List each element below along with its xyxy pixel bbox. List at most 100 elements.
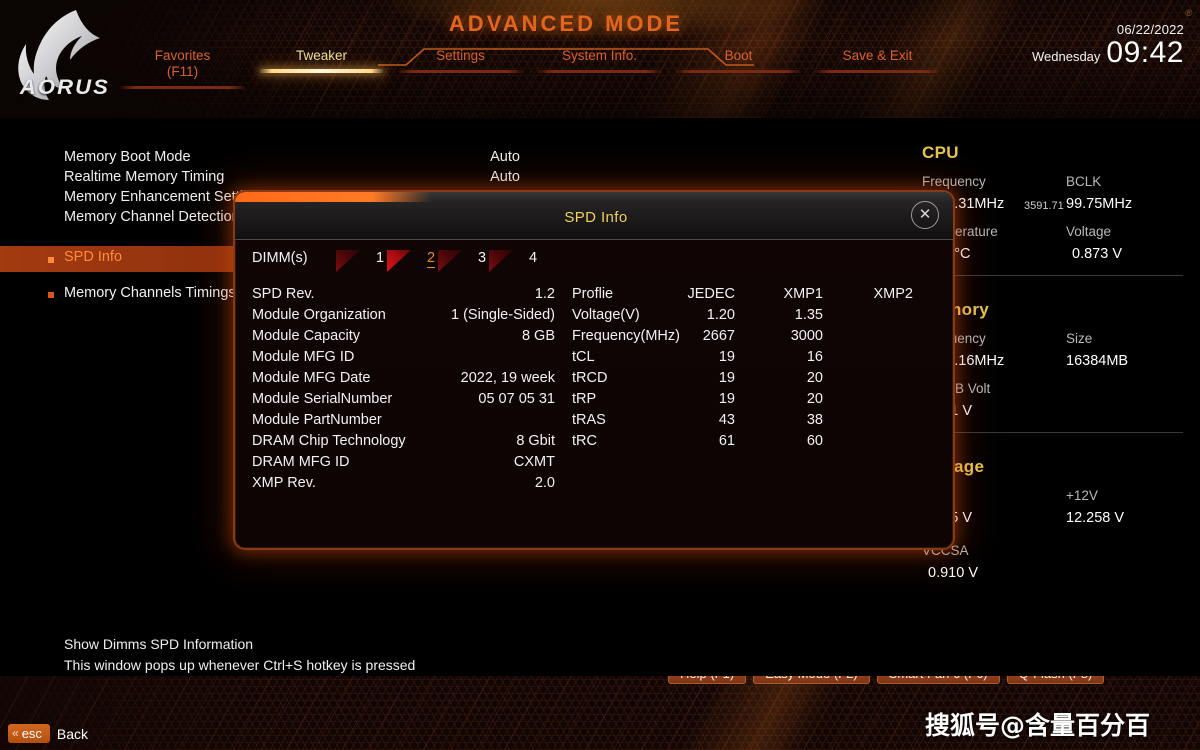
trc-row-xmp1: 60: [806, 433, 823, 449]
trc-row-jedec: 61: [718, 433, 735, 449]
aorus-logo: AORUS: [8, 4, 128, 108]
dimm-number-3[interactable]: 3: [478, 250, 486, 266]
voltage-vccsa-value: 0.910 V: [928, 565, 978, 581]
nav-item-favorites[interactable]: Favorites (F11): [120, 48, 245, 89]
cpu-frequency-sub-value: 3591.71: [1024, 200, 1064, 212]
dram-chip-technology-value: 8 Gbit: [516, 433, 555, 449]
help-text: Show Dimms SPD Information This window p…: [64, 634, 415, 676]
tcl-row-jedec: 19: [718, 349, 735, 365]
voltage-12v-label: +12V: [1066, 488, 1098, 503]
dimm-selector-label: DIMM(s): [252, 250, 308, 266]
close-icon[interactable]: ✕: [911, 201, 939, 229]
watermark-text: 搜狐号@含量百分百: [925, 711, 1151, 740]
xmp-rev-label: XMP Rev.: [252, 475, 316, 491]
nav-label-1: Favorites: [154, 48, 211, 63]
module-mfg-id-label: Module MFG ID: [252, 349, 355, 365]
nav-item-boot[interactable]: Boot: [676, 48, 801, 73]
profile-header-jedec: JEDEC: [687, 286, 735, 302]
trc-row-label: tRC: [572, 433, 597, 449]
help-line-2: This window pops up whenever Ctrl+S hotk…: [64, 657, 416, 673]
q-flash-f8-button[interactable]: Q-Flash (F8): [1006, 676, 1105, 684]
bios-screen: AORUS ADVANCED MODE Favorites (F11) Twea…: [0, 0, 1200, 750]
nav-label-1: Boot: [724, 48, 753, 63]
back-label: Back: [56, 725, 89, 742]
module-mfg-date-value: 2022, 19 week: [460, 370, 555, 386]
nav-item-settings[interactable]: Settings: [398, 48, 523, 73]
trcd-row-xmp1: 20: [806, 370, 823, 386]
dram-mfg-id-value: CXMT: [513, 454, 555, 470]
clock-widget: 06/22/2022 Wednesday 09:42: [1032, 22, 1184, 68]
cpu-bclk-value: 99.75MHz: [1066, 196, 1133, 212]
dimm-number-1[interactable]: 1: [376, 250, 384, 266]
sidebar-section-cpu-title: CPU: [922, 143, 959, 162]
spd-rev-label: SPD Rev.: [252, 286, 315, 302]
trcd-row-label: tRCD: [572, 370, 608, 386]
list-item-label: Realtime Memory Timing: [64, 169, 225, 185]
dimm-number-4[interactable]: 4: [529, 250, 537, 266]
frequency-row-jedec: 2667: [702, 328, 735, 344]
sidebar-divider-1: [918, 275, 1183, 276]
nav-label-1: Settings: [436, 48, 485, 63]
nav-item-save-exit[interactable]: Save & Exit: [815, 48, 940, 73]
advanced-mode-title: ADVANCED MODE: [448, 11, 684, 36]
module-serialnumber-value: 05 07 05 31: [478, 391, 555, 407]
dialog-title: SPD Info: [564, 209, 628, 226]
header-bar: AORUS ADVANCED MODE Favorites (F11) Twea…: [0, 0, 1200, 118]
module-serialnumber-label: Module SerialNumber: [252, 391, 393, 407]
list-item-memory-boot-mode[interactable]: Memory Boot Mode Auto: [0, 149, 900, 169]
registered-mark: ®: [1185, 8, 1192, 18]
nav-label-1: System Info.: [561, 48, 638, 63]
dimm-marker-1[interactable]: [336, 250, 360, 272]
module-capacity-value: 8 GB: [521, 328, 555, 344]
esc-key-badge[interactable]: « esc: [8, 724, 50, 743]
dram-mfg-id-label: DRAM MFG ID: [252, 454, 350, 470]
frequency-row-xmp1: 3000: [790, 328, 823, 344]
chevron-left-icon: «: [12, 726, 19, 740]
module-organization-value: 1 (Single-Sided): [451, 307, 555, 323]
aorus-wordmark: AORUS: [19, 76, 110, 99]
nav-item-system-info[interactable]: System Info.: [537, 48, 662, 73]
cpu-frequency-label: Frequency: [922, 174, 986, 189]
nav-item-tweaker[interactable]: Tweaker: [259, 48, 384, 73]
profile-header-label: Proflie: [572, 286, 614, 302]
profile-header-xmp1: XMP1: [783, 286, 824, 302]
list-item-label: Memory Channels Timings: [64, 285, 236, 301]
tcl-row-label: tCL: [572, 349, 595, 365]
dialog-titlebar: SPD Info ✕: [235, 192, 953, 240]
list-item-value: Auto: [490, 149, 520, 165]
nav-underline: [398, 70, 523, 73]
dimm-marker-4[interactable]: [489, 250, 513, 272]
help-f1-button[interactable]: Help (F1): [668, 676, 747, 684]
nav-label-1: Save & Exit: [842, 48, 913, 63]
list-item-realtime-memory-timing[interactable]: Realtime Memory Timing Auto: [0, 169, 900, 189]
dimm-marker-2[interactable]: [387, 250, 411, 272]
trp-row-label: tRP: [572, 391, 597, 407]
nav-underline-active: [259, 69, 384, 73]
module-partnumber-label: Module PartNumber: [252, 412, 382, 428]
dialog-accent-bar: [235, 192, 431, 202]
nav-label-2: (F11): [166, 64, 199, 79]
module-capacity-label: Module Capacity: [252, 328, 360, 344]
tras-row-label: tRAS: [572, 412, 606, 428]
esc-back-control[interactable]: « esc Back: [8, 724, 88, 743]
voltage-row-jedec: 1.20: [706, 307, 735, 323]
trp-row-xmp1: 20: [806, 391, 823, 407]
smart-fan-f6-button[interactable]: Smart Fan 6 (F6): [876, 676, 1000, 684]
memory-size-label: Size: [1066, 331, 1093, 346]
voltage-row-xmp1: 1.35: [794, 307, 823, 323]
nav-underline: [537, 70, 662, 73]
dimm-number-2[interactable]: 2: [427, 250, 436, 268]
spd-info-dialog: SPD Info ✕ DIMM(s) 1 2 3 4 SPD Rev. 1.2 …: [233, 190, 955, 550]
tcl-row-xmp1: 16: [806, 349, 823, 365]
bullet-icon: [48, 257, 54, 263]
easy-mode-f2-button[interactable]: Easy Mode (F2): [753, 676, 870, 684]
bullet-icon: [48, 292, 54, 298]
dialog-body: DIMM(s) 1 2 3 4 SPD Rev. 1.2 Module Orga…: [235, 240, 953, 548]
tras-row-xmp1: 38: [806, 412, 823, 428]
dimm-marker-3[interactable]: [438, 250, 462, 272]
advanced-mode-banner: ADVANCED MODE: [378, 4, 754, 66]
list-item-label: SPD Info: [64, 249, 123, 265]
voltage-row-label: Voltage(V): [572, 307, 640, 323]
list-item-value: Auto: [490, 169, 520, 185]
clock-time: 09:42: [1106, 36, 1184, 69]
